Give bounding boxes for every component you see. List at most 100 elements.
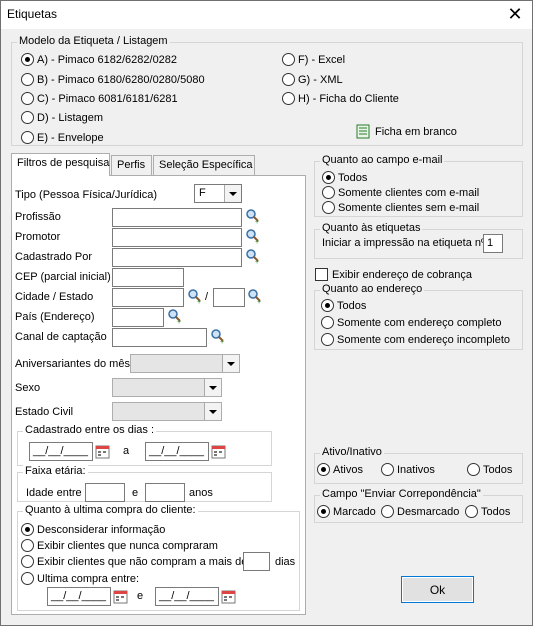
modelo-h-radio[interactable]: H) - Ficha do Cliente (282, 92, 399, 105)
search-icon[interactable]: + (247, 288, 263, 304)
search-icon[interactable]: + (245, 208, 261, 224)
etiqueta-inicio-input[interactable]: 1 (483, 234, 503, 253)
radio-indicator (21, 73, 34, 86)
ativo-inativos-radio[interactable]: Inativos (381, 463, 435, 476)
cadastrado-legend: Cadastrado entre os dias : (23, 424, 157, 436)
ativo-ativos-radio[interactable]: Ativos (317, 463, 363, 476)
estado-civil-combo[interactable] (112, 402, 222, 421)
endereco-todos-radio[interactable]: Todos (321, 299, 366, 312)
search-icon[interactable]: + (167, 308, 183, 324)
cidade-input[interactable] (112, 288, 184, 307)
radio-indicator (21, 53, 34, 66)
ficha-branco-link[interactable]: Ficha em branco (356, 124, 457, 139)
iniciar-label: Iniciar a impressão na etiqueta nº (322, 237, 485, 249)
compra-nunca-radio[interactable]: Exibir clientes que nunca compraram (21, 539, 218, 552)
endereco-incompleto-radio[interactable]: Somente com endereço incompleto (321, 333, 510, 346)
modelo-g-radio[interactable]: G) - XML (282, 73, 343, 86)
compra-desconsiderar-radio[interactable]: Desconsiderar informação (21, 523, 165, 536)
close-icon[interactable]: ✕ (498, 1, 532, 29)
compra-de-date[interactable]: __/__/____ (47, 587, 129, 606)
calendar-icon[interactable] (95, 445, 111, 459)
etiquetas-dialog: Etiquetas ✕ Modelo da Etiqueta / Listage… (0, 0, 533, 626)
compra-nao-compram-radio[interactable]: Exibir clientes que não compram a mais d… (21, 555, 247, 568)
compra-ultima-label: Ultima compra entre: (37, 572, 140, 585)
svg-text:+: + (255, 219, 259, 224)
radio-indicator (381, 463, 394, 476)
dias-input[interactable] (243, 552, 270, 571)
corresp-desmarcado-label: Desmarcado (397, 505, 460, 518)
ok-button[interactable]: Ok (401, 576, 474, 603)
email-todos-radio[interactable]: Todos (322, 171, 367, 184)
aniversariantes-combo[interactable] (130, 354, 240, 373)
chevron-down-icon (222, 355, 239, 372)
tipo-label: Tipo (Pessoa Física/Jurídica) (15, 189, 158, 201)
e-label: e (132, 487, 139, 499)
modelo-a-radio[interactable]: A) - Pimaco 6182/6282/0282 (21, 53, 177, 66)
modelo-c-label: C) - Pimaco 6081/6181/6281 (37, 92, 178, 105)
email-com-label: Somente clientes com e-mail (338, 186, 480, 199)
modelo-legend: Modelo da Etiqueta / Listagem (17, 35, 170, 47)
email-sem-radio[interactable]: Somente clientes sem e-mail (322, 201, 479, 214)
promotor-label: Promotor (15, 231, 61, 243)
chevron-down-icon (204, 379, 221, 396)
idade-entre-label: Idade entre (26, 487, 82, 499)
radio-indicator (317, 505, 330, 518)
aniversariantes-label: Aniversariantes do mês (15, 358, 130, 370)
idade-min-input[interactable] (85, 483, 125, 502)
search-icon[interactable]: + (245, 228, 261, 244)
cobranca-checkbox[interactable]: Exibir endereço de cobrança (315, 268, 472, 281)
corresp-todos-radio[interactable]: Todos (465, 505, 510, 518)
compra-ultima-radio[interactable]: Ultima compra entre: (21, 572, 139, 585)
cadastrado-por-input[interactable] (112, 248, 242, 267)
corresp-desmarcado-radio[interactable]: Desmarcado (381, 505, 459, 518)
ativo-legend: Ativo/Inativo (320, 446, 384, 458)
modelo-f-radio[interactable]: F) - Excel (282, 53, 345, 66)
tipo-combo[interactable]: F (194, 184, 242, 203)
cep-input[interactable] (112, 268, 184, 287)
search-icon[interactable]: + (210, 328, 226, 344)
date-input[interactable]: __/__/____ (47, 587, 111, 606)
calendar-icon[interactable] (211, 445, 227, 459)
modelo-c-radio[interactable]: C) - Pimaco 6081/6181/6281 (21, 92, 178, 105)
radio-indicator (381, 505, 394, 518)
corresp-marcado-label: Marcado (333, 505, 376, 518)
date-input[interactable]: __/__/____ (155, 587, 219, 606)
compra-ate-date[interactable]: __/__/____ (155, 587, 237, 606)
date-input[interactable]: __/__/____ (145, 442, 209, 461)
modelo-b-radio[interactable]: B) - Pimaco 6180/6280/0280/5080 (21, 73, 205, 86)
tab-perfis[interactable]: Perfis (111, 155, 152, 175)
endereco-completo-radio[interactable]: Somente com endereço completo (321, 316, 501, 329)
canal-input[interactable] (112, 328, 207, 347)
profissao-input[interactable] (112, 208, 242, 227)
date-input[interactable]: __/__/____ (29, 442, 93, 461)
svg-text:+: + (255, 239, 259, 244)
email-sem-label: Somente clientes sem e-mail (338, 201, 480, 214)
email-com-radio[interactable]: Somente clientes com e-mail (322, 186, 479, 199)
promotor-input[interactable] (112, 228, 242, 247)
estado-input[interactable] (213, 288, 245, 307)
sexo-combo[interactable] (112, 378, 222, 397)
svg-text:+: + (255, 259, 259, 264)
search-icon[interactable]: + (245, 248, 261, 264)
calendar-icon[interactable] (221, 590, 237, 604)
pais-input[interactable] (112, 308, 164, 327)
ativo-inativos-label: Inativos (397, 463, 435, 476)
canal-label: Canal de captação (15, 331, 107, 343)
ativo-todos-radio[interactable]: Todos (467, 463, 512, 476)
radio-indicator (321, 299, 334, 312)
cadastrado-ate-date[interactable]: __/__/____ (145, 442, 227, 461)
endereco-todos-label: Todos (337, 299, 367, 312)
modelo-e-radio[interactable]: E) - Envelope (21, 131, 104, 144)
modelo-d-radio[interactable]: D) - Listagem (21, 111, 103, 124)
idade-max-input[interactable] (145, 483, 185, 502)
sexo-label: Sexo (15, 382, 41, 394)
radio-indicator (21, 131, 34, 144)
tab-filtros[interactable]: Filtros de pesquisa (11, 153, 110, 176)
email-todos-label: Todos (338, 171, 368, 184)
radio-indicator (21, 111, 34, 124)
search-icon[interactable]: + (187, 288, 203, 304)
tab-selecao[interactable]: Seleção Específica (153, 155, 255, 175)
corresp-marcado-radio[interactable]: Marcado (317, 505, 376, 518)
cadastrado-de-date[interactable]: __/__/____ (29, 442, 111, 461)
calendar-icon[interactable] (113, 590, 129, 604)
